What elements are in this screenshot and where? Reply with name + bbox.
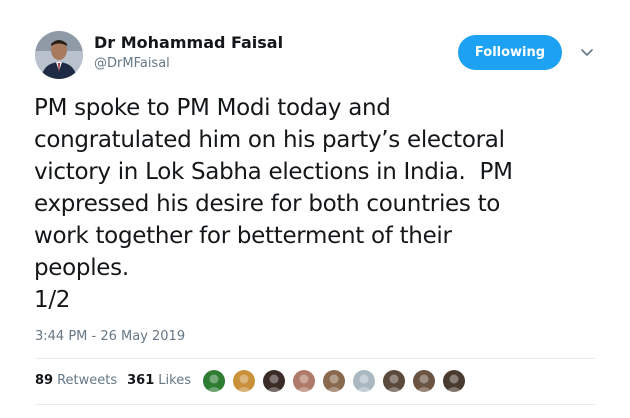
- likes-stat[interactable]: 361 Likes: [127, 373, 191, 388]
- author-handle[interactable]: @DrMFaisal: [94, 56, 170, 71]
- liker-avatar-8[interactable]: [412, 369, 436, 393]
- likers-avatars: [202, 369, 472, 393]
- tweet-line: peoples.: [34, 255, 129, 281]
- liker-avatar-1[interactable]: [202, 369, 226, 393]
- tweet-timestamp[interactable]: 3:44 PM - 26 May 2019: [35, 329, 185, 344]
- liker-avatar-7[interactable]: [382, 369, 406, 393]
- likes-label: Likes: [158, 373, 191, 388]
- author-name[interactable]: Dr Mohammad Faisal: [94, 33, 283, 52]
- tweet-line: work together for betterment of their: [34, 223, 452, 249]
- tweet-stats: 89 Retweets 361 Likes: [35, 373, 201, 388]
- tweet-line: 1/2: [34, 287, 71, 313]
- tweet-line: victory in Lok Sabha elections in India.…: [34, 159, 513, 185]
- tweet-line: expressed his desire for both countries …: [34, 191, 501, 217]
- liker-avatar-2[interactable]: [232, 369, 256, 393]
- tweet-text: PM spoke to PM Modi today and congratula…: [34, 92, 604, 316]
- liker-avatar-9[interactable]: [442, 369, 466, 393]
- likes-count: 361: [127, 373, 155, 388]
- liker-avatar-5[interactable]: [322, 369, 346, 393]
- following-button[interactable]: Following: [458, 35, 562, 70]
- divider: [35, 358, 595, 359]
- author-avatar[interactable]: [35, 31, 83, 79]
- divider: [35, 404, 595, 405]
- tweet-line: PM spoke to PM Modi today and: [34, 95, 391, 121]
- liker-avatar-4[interactable]: [292, 369, 316, 393]
- retweets-stat[interactable]: 89 Retweets: [35, 373, 117, 388]
- chevron-down-icon[interactable]: [578, 43, 596, 61]
- tweet-line: congratulated him on his party’s elector…: [34, 127, 505, 153]
- liker-avatar-3[interactable]: [262, 369, 286, 393]
- retweets-label: Retweets: [57, 373, 118, 388]
- liker-avatar-6[interactable]: [352, 369, 376, 393]
- retweets-count: 89: [35, 373, 54, 388]
